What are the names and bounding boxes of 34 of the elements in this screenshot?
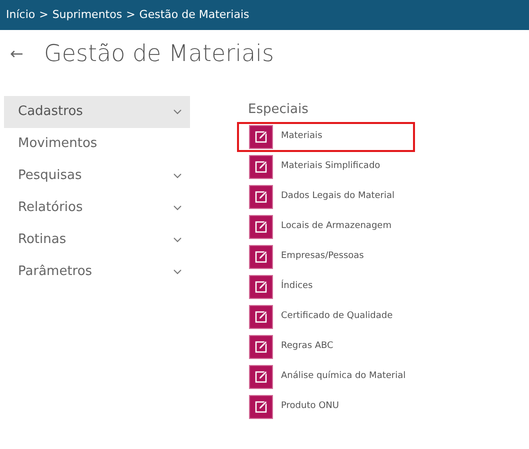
edit-icon[interactable] [249,154,273,178]
sidebar-item[interactable]: Movimentos [4,128,190,160]
menu-link[interactable]: Empresas/Pessoas [281,250,364,264]
sidebar-item[interactable]: Parâmetros [4,256,190,288]
edit-icon[interactable] [249,304,273,328]
breadcrumb-link[interactable]: Suprimentos [52,6,122,24]
menu-link[interactable]: Produto ONU [281,400,339,414]
edit-icon[interactable] [249,214,273,238]
breadcrumb-link[interactable]: Gestão de Materiais [139,6,250,24]
menu-link[interactable]: Materiais Simplificado [281,160,380,174]
edit-icon[interactable] [249,244,273,268]
edit-icon[interactable] [249,394,273,418]
menu-link[interactable]: Locais de Armazenagem [281,220,392,234]
sidebar-item[interactable]: Rotinas [4,224,190,256]
menu-link[interactable]: Índices [281,280,313,294]
page-title: Gestão de Materiais [44,40,274,69]
edit-icon[interactable] [249,184,273,208]
sidebar-item[interactable]: Cadastros [4,96,190,128]
sidebar-item[interactable]: Relatórios [4,192,190,224]
breadcrumb-separator: > [39,6,48,23]
menu-link[interactable]: Certificado de Qualidade [281,310,393,324]
back-button[interactable]: ← [0,42,44,66]
edit-icon[interactable] [249,124,273,148]
sidebar-item[interactable]: Pesquisas [4,160,190,192]
menu-link[interactable]: Regras ABC [281,340,334,354]
menu-link[interactable]: Análise química do Material [281,370,406,384]
menu-link[interactable]: Dados Legais do Material [281,190,395,204]
breadcrumb-separator: > [126,6,136,23]
edit-icon[interactable] [249,364,273,388]
breadcrumb-link[interactable]: Início [6,6,36,24]
menu-link[interactable]: Materiais [281,130,322,144]
edit-icon[interactable] [249,274,273,298]
section-title: Especiais [248,101,310,119]
edit-icon[interactable] [249,334,273,358]
